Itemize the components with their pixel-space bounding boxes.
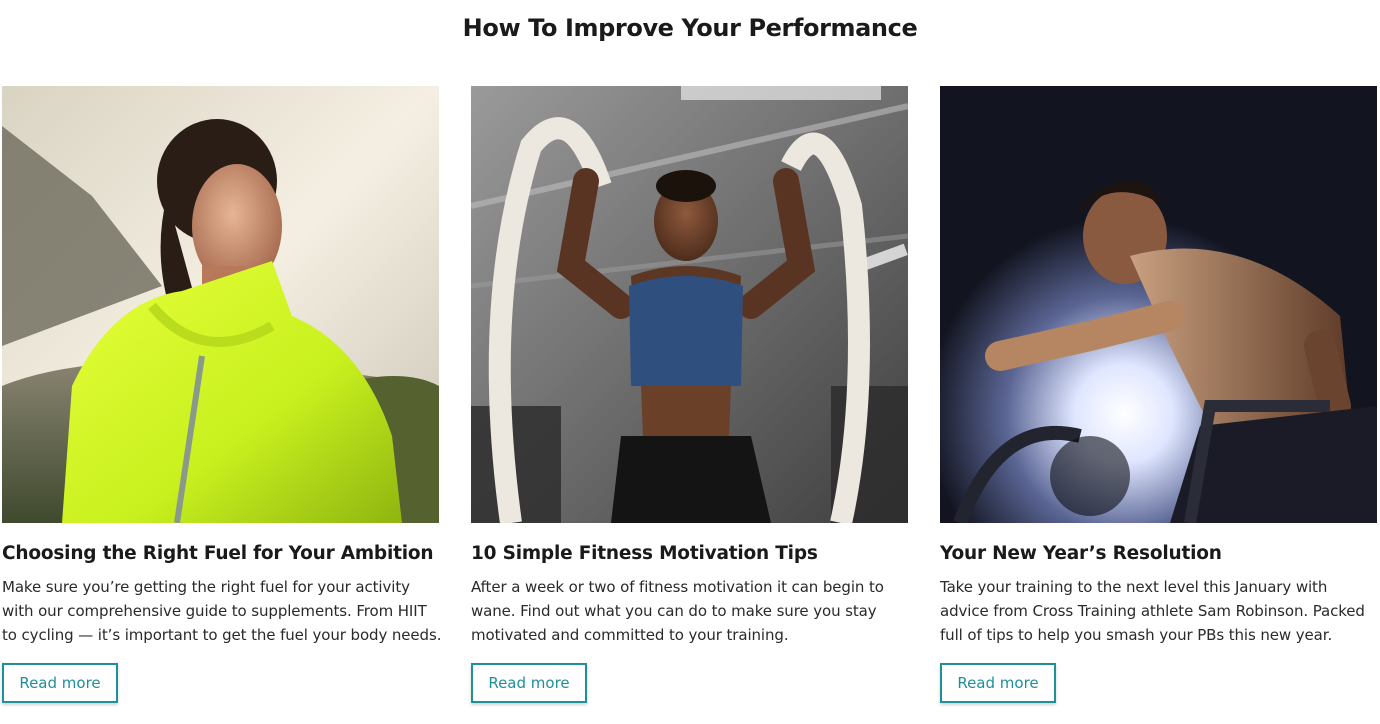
section-title: How To Improve Your Performance (462, 14, 918, 42)
article-card: Your New Year’s Resolution Take your tra… (940, 86, 1377, 703)
article-title[interactable]: Your New Year’s Resolution (940, 542, 1377, 566)
article-image-air-bike[interactable] (940, 86, 1377, 523)
article-summary: After a week or two of fitness motivatio… (471, 578, 884, 644)
read-more-button[interactable]: Read more (2, 663, 118, 703)
read-more-button[interactable]: Read more (471, 663, 587, 703)
article-title[interactable]: 10 Simple Fitness Motivation Tips (471, 542, 908, 566)
read-more-button[interactable]: Read more (940, 663, 1056, 703)
article-image-battle-ropes[interactable] (471, 86, 908, 523)
article-card: 10 Simple Fitness Motivation Tips After … (471, 86, 908, 703)
article-card: Choosing the Right Fuel for Your Ambitio… (2, 86, 442, 703)
article-image-runner[interactable] (2, 86, 439, 523)
article-title[interactable]: Choosing the Right Fuel for Your Ambitio… (2, 542, 439, 566)
article-summary: Make sure you’re getting the right fuel … (2, 578, 442, 644)
article-summary: Take your training to the next level thi… (940, 578, 1365, 644)
